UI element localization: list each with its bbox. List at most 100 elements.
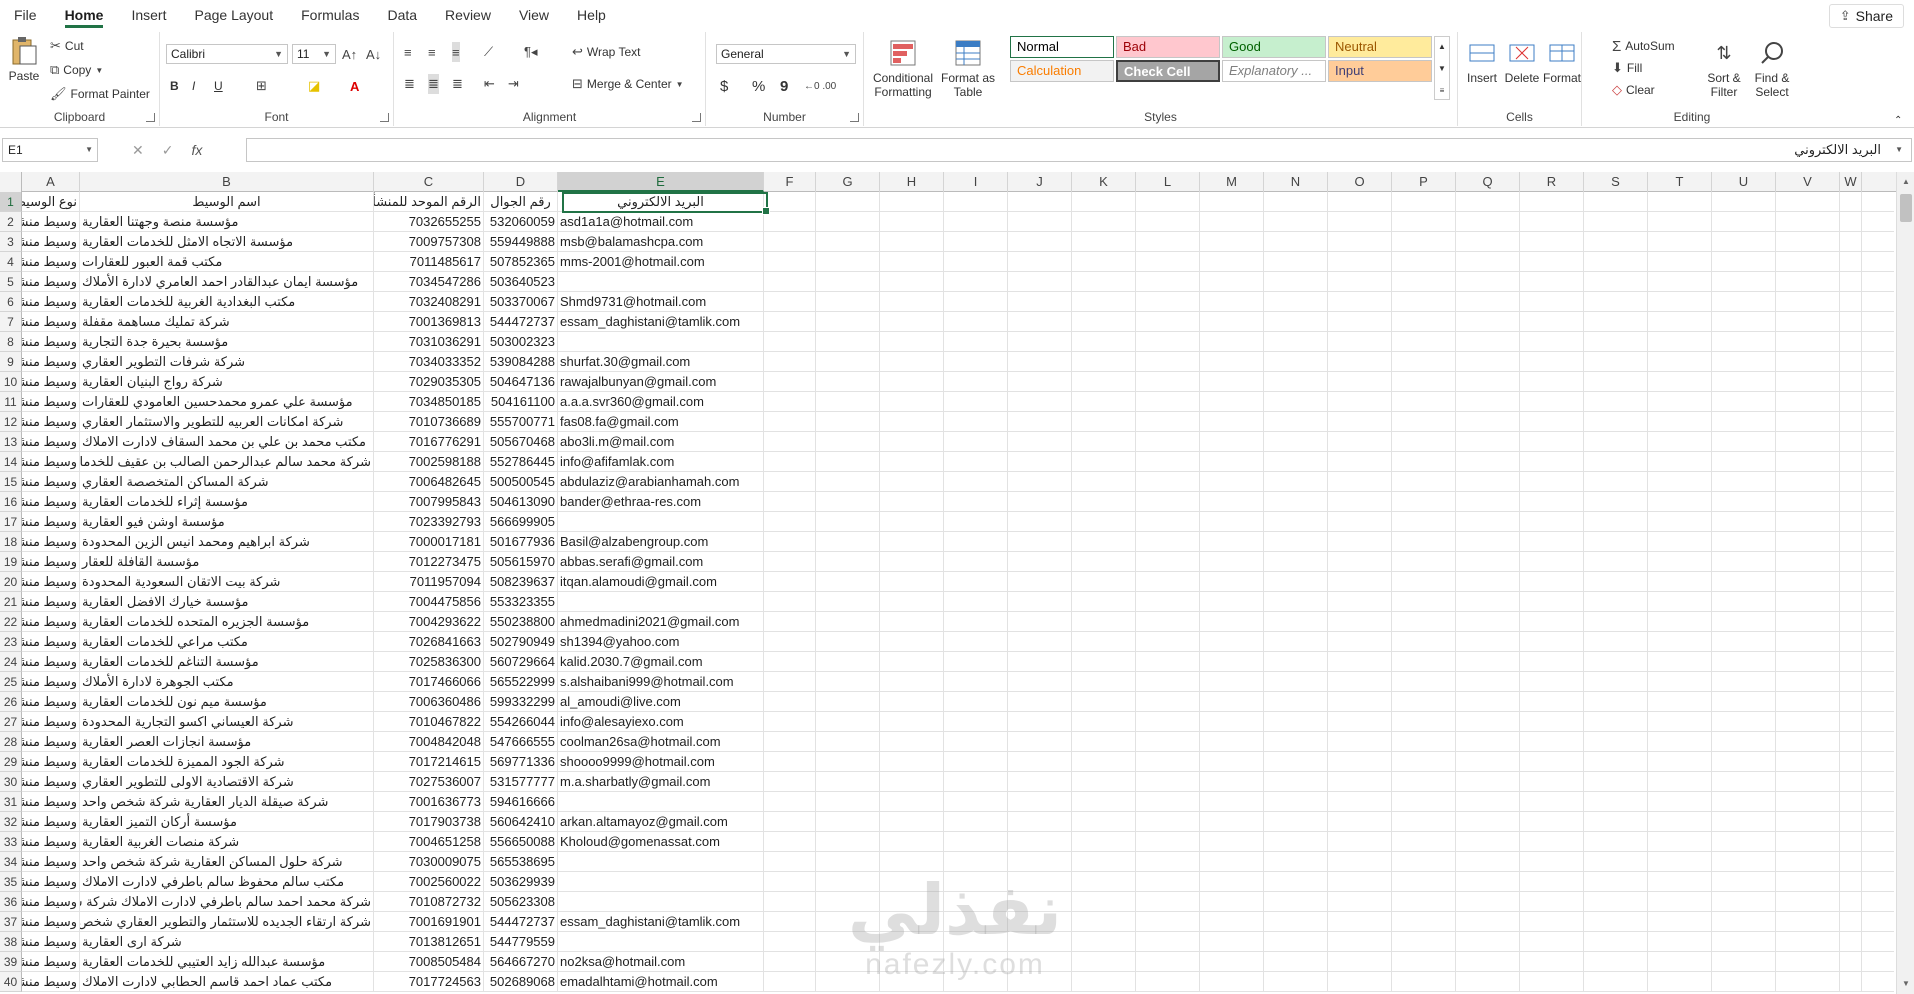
cell-a7[interactable]: وسيط منشأة (22, 312, 80, 332)
cell-h39[interactable] (880, 952, 944, 972)
cell-v37[interactable] (1776, 912, 1840, 932)
cell-g26[interactable] (816, 692, 880, 712)
cell-t31[interactable] (1648, 792, 1712, 812)
cell-a4[interactable]: وسيط منشأة (22, 252, 80, 272)
cell-b33[interactable]: شركة منصات الغربية العقارية (80, 832, 374, 852)
row-header[interactable]: 23 (0, 632, 22, 652)
cell-f13[interactable] (764, 432, 816, 452)
column-header-i[interactable]: I (944, 172, 1008, 192)
cell-t40[interactable] (1648, 972, 1712, 992)
cell-i17[interactable] (944, 512, 1008, 532)
cell-j34[interactable] (1008, 852, 1072, 872)
cell-q30[interactable] (1456, 772, 1520, 792)
cell-i7[interactable] (944, 312, 1008, 332)
cell-l39[interactable] (1136, 952, 1200, 972)
cell-w7[interactable] (1840, 312, 1862, 332)
cell-o33[interactable] (1328, 832, 1392, 852)
cell-c5[interactable]: 7034547286 (374, 272, 484, 292)
column-header-j[interactable]: J (1008, 172, 1072, 192)
cell-r22[interactable] (1520, 612, 1584, 632)
cell-e23[interactable]: sh1394@yahoo.com (558, 632, 764, 652)
cell-p40[interactable] (1392, 972, 1456, 992)
cell-t5[interactable] (1648, 272, 1712, 292)
cell-v31[interactable] (1776, 792, 1840, 812)
cell-p6[interactable] (1392, 292, 1456, 312)
cell-n18[interactable] (1264, 532, 1328, 552)
cell-k34[interactable] (1072, 852, 1136, 872)
cell-d26[interactable]: 599332299 (484, 692, 558, 712)
cell-v36[interactable] (1776, 892, 1840, 912)
cell-l2[interactable] (1136, 212, 1200, 232)
cell-p22[interactable] (1392, 612, 1456, 632)
cell-a14[interactable]: وسيط منشأة (22, 452, 80, 472)
row-header[interactable]: 11 (0, 392, 22, 412)
row-header[interactable]: 29 (0, 752, 22, 772)
row-header[interactable]: 30 (0, 772, 22, 792)
cell-q21[interactable] (1456, 592, 1520, 612)
cell-d38[interactable]: 544779559 (484, 932, 558, 952)
cell-k7[interactable] (1072, 312, 1136, 332)
cell-e28[interactable]: coolman26sa@hotmail.com (558, 732, 764, 752)
cell-h27[interactable] (880, 712, 944, 732)
cell-n10[interactable] (1264, 372, 1328, 392)
cell-q32[interactable] (1456, 812, 1520, 832)
cell-h26[interactable] (880, 692, 944, 712)
cell-j10[interactable] (1008, 372, 1072, 392)
cell-k4[interactable] (1072, 252, 1136, 272)
cell-h35[interactable] (880, 872, 944, 892)
cell-b9[interactable]: شركة شرفات التطوير العقاري (80, 352, 374, 372)
row-header[interactable]: 32 (0, 812, 22, 832)
cell-a40[interactable]: وسيط منشأة (22, 972, 80, 992)
cell-w17[interactable] (1840, 512, 1862, 532)
cell-s13[interactable] (1584, 432, 1648, 452)
cell-l40[interactable] (1136, 972, 1200, 992)
cell-t27[interactable] (1648, 712, 1712, 732)
cell-w21[interactable] (1840, 592, 1862, 612)
cell-v10[interactable] (1776, 372, 1840, 392)
cell-f2[interactable] (764, 212, 816, 232)
cell-d34[interactable]: 565538695 (484, 852, 558, 872)
cell-q34[interactable] (1456, 852, 1520, 872)
row-header[interactable]: 37 (0, 912, 22, 932)
cell-o17[interactable] (1328, 512, 1392, 532)
cell-j3[interactable] (1008, 232, 1072, 252)
cell-j8[interactable] (1008, 332, 1072, 352)
cell-w34[interactable] (1840, 852, 1862, 872)
cell-r18[interactable] (1520, 532, 1584, 552)
cell-v20[interactable] (1776, 572, 1840, 592)
cell-g21[interactable] (816, 592, 880, 612)
cell-h25[interactable] (880, 672, 944, 692)
cell-b38[interactable]: شركة ارى العقارية (80, 932, 374, 952)
select-all-corner[interactable] (0, 172, 22, 192)
cell-q7[interactable] (1456, 312, 1520, 332)
cell-e3[interactable]: msb@balamashcpa.com (558, 232, 764, 252)
cell-q26[interactable] (1456, 692, 1520, 712)
row-header[interactable]: 33 (0, 832, 22, 852)
cell-j28[interactable] (1008, 732, 1072, 752)
cell-k1[interactable] (1072, 192, 1136, 212)
font-color-button[interactable]: A (350, 76, 359, 96)
cell-e30[interactable]: m.a.sharbatly@gmail.com (558, 772, 764, 792)
cell-t8[interactable] (1648, 332, 1712, 352)
cell-q20[interactable] (1456, 572, 1520, 592)
row-header[interactable]: 10 (0, 372, 22, 392)
cell-h30[interactable] (880, 772, 944, 792)
cell-k26[interactable] (1072, 692, 1136, 712)
cell-q15[interactable] (1456, 472, 1520, 492)
cell-r4[interactable] (1520, 252, 1584, 272)
cell-a1[interactable]: نوع الوسيط (22, 192, 80, 212)
cell-p26[interactable] (1392, 692, 1456, 712)
cell-o34[interactable] (1328, 852, 1392, 872)
cell-q19[interactable] (1456, 552, 1520, 572)
cell-i33[interactable] (944, 832, 1008, 852)
cell-r24[interactable] (1520, 652, 1584, 672)
cell-c3[interactable]: 7009757308 (374, 232, 484, 252)
cell-h21[interactable] (880, 592, 944, 612)
cell-g1[interactable] (816, 192, 880, 212)
cell-c37[interactable]: 7001691901 (374, 912, 484, 932)
cell-c25[interactable]: 7017466066 (374, 672, 484, 692)
cell-d11[interactable]: 504161100 (484, 392, 558, 412)
cell-e20[interactable]: itqan.alamoudi@gmail.com (558, 572, 764, 592)
cell-p8[interactable] (1392, 332, 1456, 352)
cell-d37[interactable]: 544472737 (484, 912, 558, 932)
